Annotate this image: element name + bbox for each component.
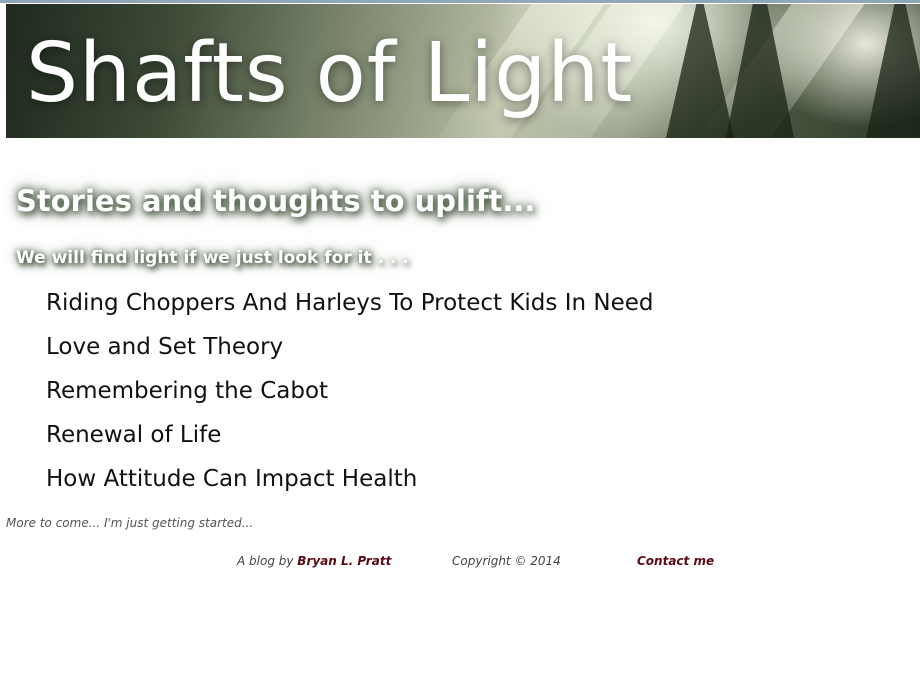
list-item: Riding Choppers And Harleys To Protect K… bbox=[46, 286, 653, 330]
contact-link[interactable]: Contact me bbox=[637, 554, 714, 568]
post-link[interactable]: Riding Choppers And Harleys To Protect K… bbox=[46, 290, 653, 316]
subtagline: We will find light if we just look for i… bbox=[16, 248, 409, 268]
post-link[interactable]: How Attitude Can Impact Health bbox=[46, 466, 417, 492]
site-title[interactable]: Shafts of Light bbox=[26, 26, 633, 122]
list-item: Renewal of Life bbox=[46, 418, 653, 462]
post-link[interactable]: Remembering the Cabot bbox=[46, 378, 328, 404]
more-to-come-note: More to come... I'm just getting started… bbox=[6, 516, 254, 530]
header-banner-image: Shafts of Light bbox=[6, 4, 920, 138]
list-item: Remembering the Cabot bbox=[46, 374, 653, 418]
tree-silhouette bbox=[666, 4, 734, 138]
author-link[interactable]: Bryan L. Pratt bbox=[297, 554, 391, 568]
copyright-text: Copyright © 2014 bbox=[452, 554, 561, 568]
byline-prefix: A blog by bbox=[237, 554, 294, 568]
footer: A blog by Bryan L. Pratt Copyright © 201… bbox=[0, 554, 920, 572]
tree-silhouette bbox=[726, 4, 794, 138]
tree-silhouette bbox=[866, 4, 920, 138]
list-item: Love and Set Theory bbox=[46, 330, 653, 374]
top-border bbox=[0, 0, 920, 3]
post-link[interactable]: Love and Set Theory bbox=[46, 334, 283, 360]
post-link[interactable]: Renewal of Life bbox=[46, 422, 221, 448]
post-list: Riding Choppers And Harleys To Protect K… bbox=[46, 286, 653, 506]
list-item: How Attitude Can Impact Health bbox=[46, 462, 653, 506]
tagline: Stories and thoughts to uplift... bbox=[16, 184, 536, 218]
byline: A blog by Bryan L. Pratt bbox=[237, 554, 391, 568]
